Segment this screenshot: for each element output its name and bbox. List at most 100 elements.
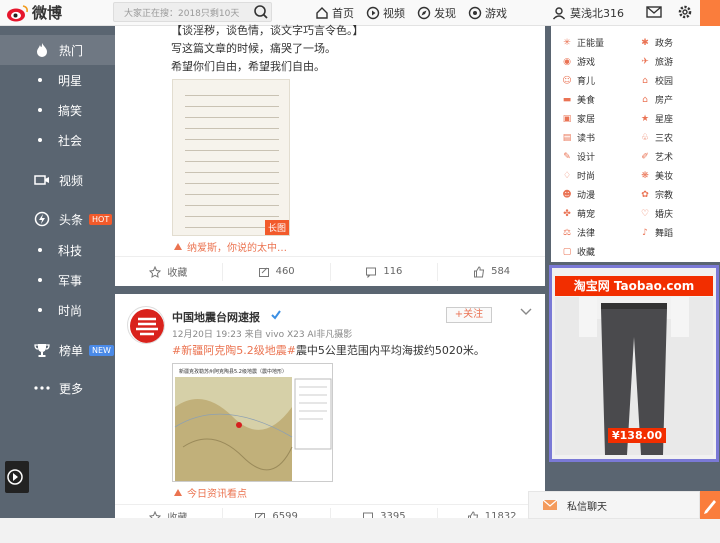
repost-count: 460 [275,266,295,277]
mail-icon[interactable] [646,5,662,19]
feed-card: 中国地震台网速报 +关注 12月20日 19:23 来自 vivo X23 AI… [115,294,545,526]
category-item[interactable]: ♡ 婚庆 [640,207,673,221]
category-item[interactable]: ✱ 政务 [640,36,674,50]
like-button[interactable]: 584 [438,263,545,281]
avatar[interactable] [127,306,165,344]
follow-button[interactable]: +关注 [446,307,492,323]
category-item[interactable]: ⚖ 法律 [562,226,595,240]
makeup-icon: ❋ [641,170,649,181]
post-text-line: 写这篇文章的时候，痛哭了一场。 [171,42,336,55]
terrain-map-icon [174,377,332,481]
nav-discover-label: 发现 [434,7,456,20]
sidebar-item-ranking[interactable]: 榜单 NEW [0,335,115,365]
nav-game[interactable]: 游戏 [468,5,507,21]
repost-button[interactable]: 460 [223,262,331,281]
nav-discover[interactable]: 发现 [417,5,456,21]
category-item[interactable]: ♪ 舞蹈 [640,226,674,240]
category-item[interactable]: ★ 星座 [640,112,674,126]
sidebar-item-fashion[interactable]: 时尚 [0,295,115,325]
collect-icon: ▢ [562,246,572,257]
video-play-tab[interactable] [5,461,29,493]
category-item[interactable]: ✎ 设计 [562,150,595,164]
chat-edit-button[interactable] [700,491,720,519]
category-item[interactable]: ✿ 宗教 [640,188,673,202]
bullet-icon [38,248,42,252]
nav-video-label: 视频 [383,7,405,20]
ad-price: ¥138.00 [608,428,667,443]
category-item[interactable]: ❋ 美妆 [640,169,674,183]
post-meta: 12月20日 19:23 来自 vivo X23 AI非凡摄影 [172,330,353,340]
category-label: 政务 [655,39,674,49]
category-item[interactable]: ✳ 正能量 [562,36,604,50]
topic-tag[interactable]: #新疆阿克陶5.2级地震# [172,344,296,357]
private-chat-bar[interactable]: 私信聊天 [528,491,700,519]
chevron-down-icon[interactable] [520,308,532,316]
compose-button[interactable] [700,0,720,26]
category-item[interactable]: ⌂ 校园 [640,74,673,88]
search-icon[interactable] [251,3,271,21]
category-item[interactable]: ◉ 游戏 [562,55,595,69]
category-item[interactable]: ✤ 萌宠 [562,207,595,221]
nav-home[interactable]: 首页 [315,5,354,21]
post-text: #新疆阿克陶5.2级地震#震中5公里范围内平均海拔约5020米。 [172,342,485,360]
sidebar-item-headline[interactable]: 头条 HOT [0,204,115,234]
earthquake-map-image[interactable]: 新疆克孜勒苏州阿克陶县5.2级地震（震中地形） [172,363,333,482]
sidebar-item-society[interactable]: 社会 [0,125,115,155]
category-item[interactable]: ▣ 家居 [562,112,595,126]
page-bottom-strip [0,518,720,543]
article-text-image [185,90,279,230]
comment-button[interactable]: 116 [331,262,439,281]
category-item[interactable]: ⌂ 房产 [640,93,673,107]
category-item[interactable]: ☻ 动漫 [562,188,595,202]
game-icon: ◉ [563,56,571,67]
design-icon: ✎ [563,151,571,162]
sidebar-item-more[interactable]: 更多 [0,373,115,403]
sidebar-item-label: 热门 [59,43,84,58]
category-item[interactable]: ▬ 美食 [562,93,595,107]
category-label: 收藏 [577,248,596,258]
sidebar-item-stars[interactable]: 明星 [0,65,115,95]
earthquake-network-logo-icon [130,309,164,343]
bullet-icon [38,278,42,282]
collect-label: 收藏 [167,268,188,279]
user-profile-link[interactable]: 莫浅北316 [552,0,624,26]
bullet-icon [38,108,42,112]
category-label: 美妆 [655,172,674,182]
long-image-preview[interactable]: 长图 [172,79,290,236]
category-item[interactable]: ▢ 收藏 [562,245,596,259]
author-name[interactable]: 中国地震台网速报 [172,309,260,325]
category-label: 星座 [655,115,674,125]
sidebar-item-military[interactable]: 军事 [0,265,115,295]
sidebar-item-hot[interactable]: 热门 [0,35,115,65]
sidebar-item-video[interactable]: 视频 [0,165,115,195]
sidebar-item-label: 军事 [58,273,83,288]
weibo-logo[interactable]: 微博 [6,0,62,26]
left-sidebar: 热门 明星 搞笑 社会 视频 头条 HOT 科技 军事 时尚 榜单 NEW 更多 [0,26,115,543]
post-text-line: 希望你们自由，希望我们自由。 [171,60,325,73]
gear-icon[interactable] [677,4,693,20]
category-label: 舞蹈 [655,229,674,239]
verified-icon [271,310,281,320]
category-item[interactable]: ☺ 育儿 [562,74,595,88]
category-item[interactable]: ▤ 读书 [562,131,595,145]
source-link[interactable]: 今日资讯看点 [172,485,247,500]
category-item[interactable]: ♧ 三农 [640,131,673,145]
bullet-icon [38,138,42,142]
category-label: 旅游 [655,58,674,68]
source-link[interactable]: 纳爱斯，你说的太中… [172,239,287,254]
category-item[interactable]: ♢ 时尚 [562,169,595,183]
search-box[interactable]: 大家正在搜：2018只剩10天 [113,2,272,22]
taobao-ad[interactable]: 淘宝网 Taobao.com ¥138.00 [549,265,719,462]
collect-button[interactable]: 收藏 [115,262,223,281]
trophy-icon [34,342,50,358]
sidebar-item-funny[interactable]: 搞笑 [0,95,115,125]
game-icon [468,6,482,20]
main-feed: 【谈淫秽，谈色情，谈文字巧言令色。】 写这篇文章的时候，痛哭了一场。 希望你们自… [115,24,545,526]
nav-video[interactable]: 视频 [366,5,405,21]
category-item[interactable]: ✈ 旅游 [640,55,674,69]
sidebar-item-tech[interactable]: 科技 [0,235,115,265]
long-image-badge: 长图 [264,220,289,235]
search-input[interactable]: 大家正在搜：2018只剩10天 [114,6,251,19]
category-item[interactable]: ✐ 艺术 [640,150,673,164]
link-icon [174,242,182,250]
